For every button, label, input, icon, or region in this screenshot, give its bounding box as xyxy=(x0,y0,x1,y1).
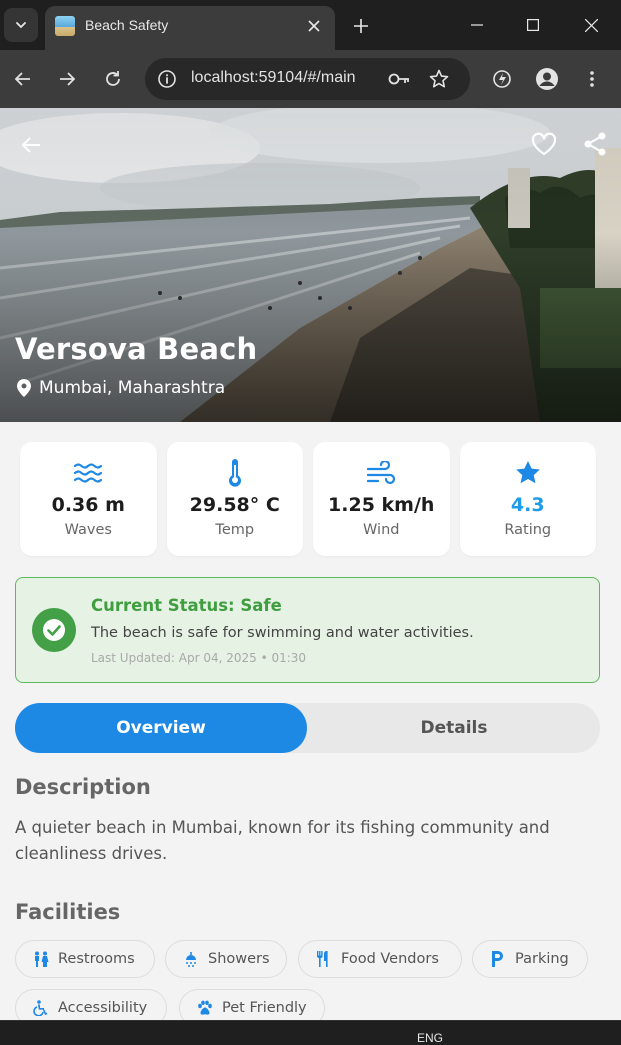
stat-card-waves: 0.36 m Waves xyxy=(20,442,157,556)
location-text: Mumbai, Maharashtra xyxy=(39,378,226,398)
description-title: Description xyxy=(15,775,151,799)
stat-label: Waves xyxy=(64,522,112,538)
share-icon xyxy=(584,132,606,156)
close-icon xyxy=(584,18,598,32)
facility-label: Food Vendors xyxy=(341,951,439,967)
browser-menu-button[interactable] xyxy=(577,64,607,94)
password-key-icon[interactable] xyxy=(387,67,411,91)
stat-label: Rating xyxy=(504,522,552,538)
accessibility-icon xyxy=(33,1000,49,1016)
facility-label: Parking xyxy=(515,951,569,967)
waves-icon xyxy=(73,458,103,488)
stats-row: 0.36 m Waves 29.58° C Temp 1.25 km/h Win… xyxy=(20,442,596,556)
stat-label: Wind xyxy=(363,522,400,538)
beach-favicon-icon xyxy=(55,16,75,36)
tab-overview[interactable]: Overview xyxy=(15,703,307,753)
close-icon xyxy=(308,20,320,32)
tab-title: Beach Safety xyxy=(85,17,169,33)
os-taskbar: ENG xyxy=(0,1020,621,1045)
facility-chip-parking[interactable]: Parking xyxy=(472,940,588,978)
facility-chip-accessibility[interactable]: Accessibility xyxy=(15,989,167,1020)
facility-chip-restrooms[interactable]: Restrooms xyxy=(15,940,155,978)
star-icon xyxy=(513,458,543,488)
plus-icon xyxy=(354,19,368,33)
extension-icon xyxy=(493,70,511,88)
facility-chip-showers[interactable]: Showers xyxy=(165,940,287,978)
bookmark-star-icon[interactable] xyxy=(427,67,451,91)
stat-label: Temp xyxy=(215,522,255,538)
status-updated: Last Updated: Apr 04, 2025 • 01:30 xyxy=(91,651,307,665)
facilities-title: Facilities xyxy=(15,900,121,924)
extension-button[interactable] xyxy=(487,64,517,94)
stat-card-temp: 29.58° C Temp xyxy=(166,442,303,556)
arrow-right-icon xyxy=(60,72,76,86)
profile-button[interactable] xyxy=(532,64,562,94)
tab-details[interactable]: Details xyxy=(308,703,600,753)
browser-toolbar: localhost:59104/#/main xyxy=(0,50,621,108)
parking-icon xyxy=(490,951,506,967)
tab-search-button[interactable] xyxy=(4,8,38,42)
facility-label: Showers xyxy=(208,951,270,967)
share-button[interactable] xyxy=(578,127,612,161)
back-button[interactable] xyxy=(8,64,38,94)
address-bar[interactable]: localhost:59104/#/main xyxy=(145,58,470,100)
description-text: A quieter beach in Mumbai, known for its… xyxy=(15,818,550,863)
stat-value: 0.36 m xyxy=(51,494,125,516)
paw-icon xyxy=(197,1000,213,1016)
stat-value: 29.58° C xyxy=(189,494,280,516)
restroom-icon xyxy=(33,951,49,967)
site-info-icon[interactable] xyxy=(155,67,179,91)
more-vertical-icon xyxy=(590,71,594,87)
arrow-left-icon xyxy=(14,72,30,86)
profile-icon xyxy=(536,68,558,90)
browser-tab-bar: Beach Safety xyxy=(0,0,621,50)
content-tabs: Overview Details xyxy=(15,703,600,753)
url-text[interactable]: localhost:59104/#/main xyxy=(191,69,356,87)
maximize-icon xyxy=(527,19,539,31)
minimize-button[interactable] xyxy=(462,10,492,40)
beach-name: Versova Beach xyxy=(15,332,258,366)
app-viewport: Versova Beach Mumbai, Maharashtra 0.36 m… xyxy=(0,108,621,1020)
food-icon xyxy=(316,951,332,967)
location-pin-icon xyxy=(17,379,31,397)
facility-chip-pet-friendly[interactable]: Pet Friendly xyxy=(179,989,325,1020)
safety-status-card: Current Status: Safe The beach is safe f… xyxy=(15,577,600,683)
tab-close-button[interactable] xyxy=(303,15,325,37)
minimize-icon xyxy=(471,24,483,26)
arrow-left-icon xyxy=(21,137,40,153)
check-circle-icon xyxy=(32,608,76,652)
language-indicator[interactable]: ENG xyxy=(417,1031,443,1045)
stat-card-rating: 4.3 Rating xyxy=(459,442,596,556)
forward-button[interactable] xyxy=(52,64,82,94)
wind-icon xyxy=(366,458,396,488)
stat-value: 4.3 xyxy=(510,494,545,516)
status-description: The beach is safe for swimming and water… xyxy=(91,625,474,641)
browser-tab[interactable]: Beach Safety xyxy=(45,6,335,50)
beach-location: Mumbai, Maharashtra xyxy=(17,378,225,398)
status-title: Current Status: Safe xyxy=(91,596,282,615)
reload-button[interactable] xyxy=(98,64,128,94)
new-tab-button[interactable] xyxy=(348,13,374,39)
stat-card-wind: 1.25 km/h Wind xyxy=(313,442,450,556)
facility-label: Pet Friendly xyxy=(222,1000,307,1016)
back-button[interactable] xyxy=(14,128,48,162)
reload-icon xyxy=(106,71,120,86)
maximize-button[interactable] xyxy=(518,10,548,40)
facility-chip-food-vendors[interactable]: Food Vendors xyxy=(298,940,462,978)
window-close-button[interactable] xyxy=(576,10,606,40)
thermometer-icon xyxy=(220,458,250,488)
shower-icon xyxy=(183,951,199,967)
favorite-button[interactable] xyxy=(527,127,561,161)
stat-value: 1.25 km/h xyxy=(328,494,435,516)
facility-label: Restrooms xyxy=(58,951,135,967)
chevron-down-icon xyxy=(16,22,26,29)
beach-hero: Versova Beach Mumbai, Maharashtra xyxy=(0,108,621,422)
facility-label: Accessibility xyxy=(58,1000,148,1016)
heart-icon xyxy=(531,132,557,156)
